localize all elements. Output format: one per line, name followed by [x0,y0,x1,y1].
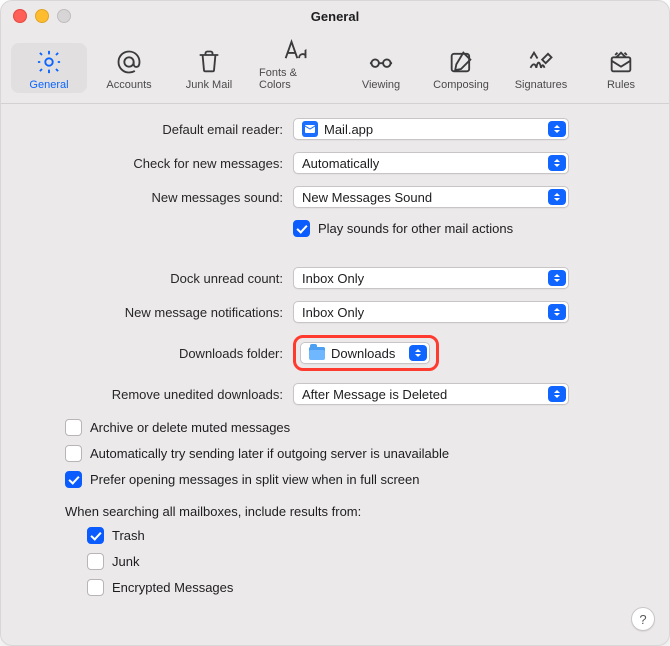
tab-label: Composing [433,79,489,91]
gear-icon [34,47,64,77]
tab-fonts-colors[interactable]: Fonts & Colors [251,31,339,93]
select-value: Downloads [331,346,395,361]
checkbox-label: Play sounds for other mail actions [318,221,513,236]
help-button[interactable]: ? [631,607,655,631]
checkbox-label: Prefer opening messages in split view wh… [90,472,420,487]
preferences-window: General General Accounts Junk Mail Fonts… [0,0,670,646]
chevron-updown-icon [548,189,566,205]
tab-label: Junk Mail [186,79,232,91]
highlight-downloads-folder: Downloads [293,335,439,371]
folder-icon [309,347,325,360]
zoom-window-button[interactable] [57,9,71,23]
checkbox-label: Automatically try sending later if outgo… [90,446,449,461]
trash-icon [194,47,224,77]
tab-accounts[interactable]: Accounts [91,43,167,93]
select-downloads-folder[interactable]: Downloads [300,342,430,364]
label-dock-unread: Dock unread count: [170,271,283,286]
window-controls [13,9,71,23]
label-search-heading: When searching all mailboxes, include re… [65,504,647,519]
settings-form: Default email reader: Mail.app Check for… [23,118,647,405]
select-value: New Messages Sound [302,190,432,205]
select-value: Mail.app [324,122,373,137]
checkbox-box [87,579,104,596]
checkbox-search-junk[interactable]: Junk [87,553,647,570]
select-new-messages-sound[interactable]: New Messages Sound [293,186,569,208]
chevron-updown-icon [548,386,566,402]
font-icon [280,35,310,65]
tab-rules[interactable]: Rules [583,43,659,93]
checkbox-label: Archive or delete muted messages [90,420,290,435]
select-value: Automatically [302,156,379,171]
tab-composing[interactable]: Composing [423,43,499,93]
glasses-icon [366,47,396,77]
checkbox-box [87,527,104,544]
chevron-updown-icon [548,121,566,137]
rules-icon [606,47,636,77]
select-dock-unread[interactable]: Inbox Only [293,267,569,289]
minimize-window-button[interactable] [35,9,49,23]
checkbox-group-general: Archive or delete muted messages Automat… [65,419,647,488]
select-remove-unedited[interactable]: After Message is Deleted [293,383,569,405]
chevron-updown-icon [409,345,427,361]
checkbox-box [293,220,310,237]
select-new-msg-notifications[interactable]: Inbox Only [293,301,569,323]
chevron-updown-icon [548,304,566,320]
titlebar: General [1,1,669,31]
tab-signatures[interactable]: Signatures [503,43,579,93]
settings-content: Default email reader: Mail.app Check for… [1,104,669,614]
tab-label: Accounts [106,79,151,91]
select-value: Inbox Only [302,305,364,320]
checkbox-group-search: Trash Junk Encrypted Messages [87,527,647,596]
window-title: General [311,9,359,24]
checkbox-search-encrypted[interactable]: Encrypted Messages [87,579,647,596]
checkbox-label: Encrypted Messages [112,580,233,595]
preferences-toolbar: General Accounts Junk Mail Fonts & Color… [1,31,669,104]
label-check-messages: Check for new messages: [133,156,283,171]
signature-icon [526,47,556,77]
chevron-updown-icon [548,155,566,171]
tab-label: Signatures [515,79,568,91]
checkbox-split-view[interactable]: Prefer opening messages in split view wh… [65,471,647,488]
label-new-messages-sound: New messages sound: [151,190,283,205]
compose-icon [446,47,476,77]
select-check-messages[interactable]: Automatically [293,152,569,174]
checkbox-label: Junk [112,554,139,569]
checkbox-box [65,419,82,436]
tab-viewing[interactable]: Viewing [343,43,419,93]
close-window-button[interactable] [13,9,27,23]
select-value: Inbox Only [302,271,364,286]
tab-junk-mail[interactable]: Junk Mail [171,43,247,93]
tab-label: Fonts & Colors [259,67,331,91]
select-default-reader[interactable]: Mail.app [293,118,569,140]
label-remove-unedited: Remove unedited downloads: [112,387,283,402]
checkbox-search-trash[interactable]: Trash [87,527,647,544]
mail-app-icon [302,121,318,137]
tab-label: Viewing [362,79,400,91]
checkbox-archive-muted[interactable]: Archive or delete muted messages [65,419,647,436]
checkbox-box [65,445,82,462]
label-new-msg-notifications: New message notifications: [125,305,283,320]
tab-label: General [29,79,68,91]
select-value: After Message is Deleted [302,387,447,402]
checkbox-retry-sending[interactable]: Automatically try sending later if outgo… [65,445,647,462]
tab-general[interactable]: General [11,43,87,93]
chevron-updown-icon [548,270,566,286]
checkbox-label: Trash [112,528,145,543]
label-downloads-folder: Downloads folder: [179,346,283,361]
tab-label: Rules [607,79,635,91]
at-icon [114,47,144,77]
label-default-reader: Default email reader: [162,122,283,137]
checkbox-play-sounds[interactable]: Play sounds for other mail actions [293,220,603,237]
checkbox-box [65,471,82,488]
checkbox-box [87,553,104,570]
